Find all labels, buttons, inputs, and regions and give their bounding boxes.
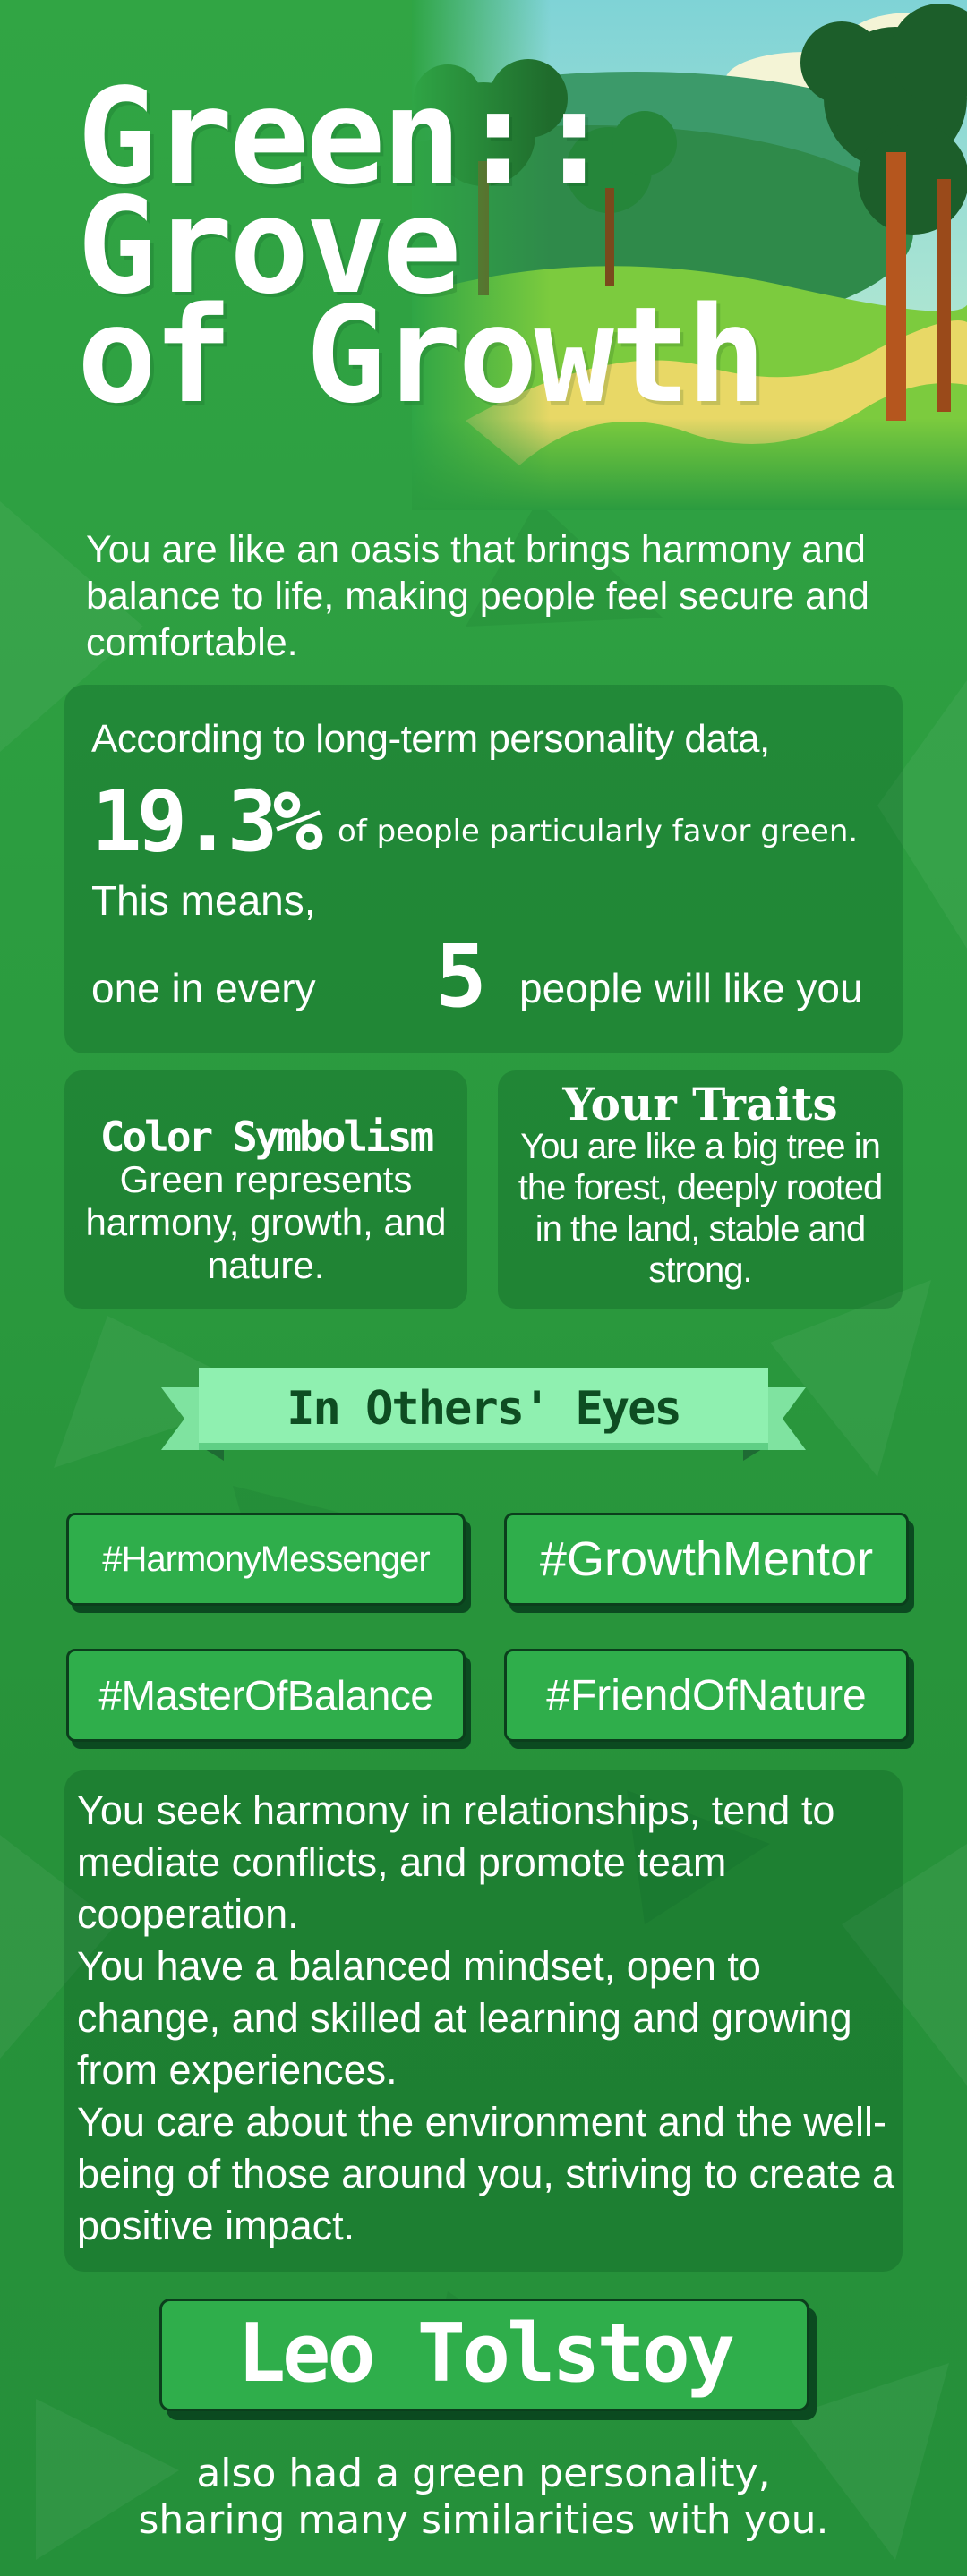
your-traits-title: Your Traits bbox=[562, 1078, 838, 1130]
your-traits-body: You are like a big tree in the forest, d… bbox=[518, 1127, 883, 1290]
color-symbolism-body: Green represents harmony, growth, and na… bbox=[85, 1158, 447, 1286]
others-eyes-heading: In Others' Eyes bbox=[287, 1382, 682, 1436]
description-paragraph-2: You have a balanced mindset, open to cha… bbox=[77, 1943, 852, 2093]
intro-text: You are like an oasis that brings harmon… bbox=[86, 528, 869, 664]
stat-ratio-suffix: people will like you bbox=[519, 965, 863, 1011]
celebrity-name-banner: Leo Tolstoy bbox=[159, 2299, 809, 2411]
color-symbolism-card: Color Symbolism Green represents harmony… bbox=[64, 1070, 467, 1309]
tag-friend-of-nature: #FriendOfNature bbox=[504, 1649, 909, 1742]
celebrity-caption: also had a green personality, sharing ma… bbox=[0, 2451, 967, 2544]
tag-growth-mentor: #GrowthMentor bbox=[504, 1513, 909, 1606]
stat-ratio-prefix: one in every bbox=[91, 965, 316, 1011]
your-traits-card: Your Traits You are like a big tree in t… bbox=[498, 1070, 903, 1309]
color-symbolism-title: Color Symbolism bbox=[99, 1113, 434, 1161]
celebrity-caption-line-2: sharing many similarities with you. bbox=[138, 2497, 829, 2543]
stat-ratio-number: 5 bbox=[435, 926, 487, 1027]
tag-harmony-messenger: #HarmonyMessenger bbox=[66, 1513, 466, 1606]
statistics-card: According to long-term personality data,… bbox=[64, 685, 903, 1053]
title-line-3: of Growth bbox=[77, 278, 766, 432]
celebrity-caption-line-1: also had a green personality, bbox=[196, 2451, 771, 2496]
page-title: Green:: Grove of Growth bbox=[77, 71, 766, 432]
stat-means-text: This means, bbox=[91, 877, 316, 924]
description-paragraph-3: You care about the environment and the w… bbox=[77, 2099, 895, 2248]
stat-intro-text: According to long-term personality data, bbox=[91, 717, 770, 761]
stat-percent-caption: of people particularly favor green. bbox=[338, 814, 859, 849]
description-paragraph-1: You seek harmony in relationships, tend … bbox=[77, 1787, 835, 1937]
page: Green:: Grove of Growth You are like an … bbox=[0, 0, 967, 2576]
description-card: You seek harmony in relationships, tend … bbox=[64, 1770, 903, 2272]
tag-master-of-balance: #MasterOfBalance bbox=[66, 1649, 466, 1742]
stat-percent: 19.3% bbox=[91, 773, 323, 871]
